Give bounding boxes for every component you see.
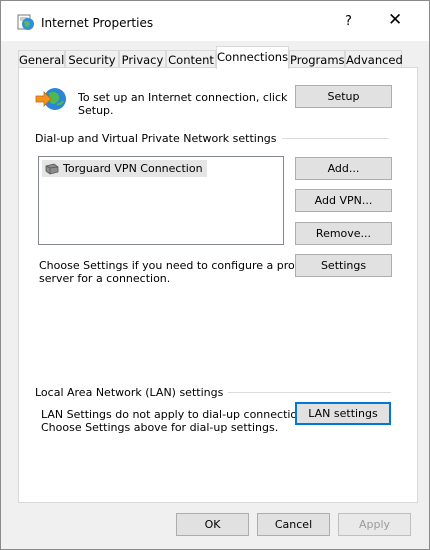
ok-button[interactable]: OK	[176, 513, 249, 536]
settings-hint-line1: Choose Settings if you need to configure…	[39, 259, 308, 272]
lan-hint-line2: Choose Settings above for dial-up settin…	[41, 421, 279, 434]
setup-instructions-line1: To set up an Internet connection, click	[78, 91, 288, 104]
connections-panel: To set up an Internet connection, click …	[18, 67, 418, 503]
close-button[interactable]: ✕	[388, 10, 402, 30]
setup-button[interactable]: Setup	[295, 85, 392, 108]
help-button[interactable]: ?	[345, 14, 352, 29]
apply-button[interactable]: Apply	[338, 513, 411, 536]
lan-group-label: Local Area Network (LAN) settings	[35, 386, 229, 399]
connection-name: Torguard VPN Connection	[63, 162, 203, 175]
add-vpn-button[interactable]: Add VPN...	[295, 189, 392, 212]
title-bar[interactable]: Internet Properties ? ✕	[1, 1, 429, 41]
dialup-group-label: Dial-up and Virtual Private Network sett…	[35, 132, 282, 145]
tab-strip: General Security Privacy Content Connect…	[18, 46, 413, 69]
window-title: Internet Properties	[41, 16, 154, 30]
tab-connections[interactable]: Connections	[216, 46, 289, 69]
remove-button[interactable]: Remove...	[295, 222, 392, 245]
settings-button[interactable]: Settings	[295, 254, 392, 277]
list-item[interactable]: Torguard VPN Connection	[42, 160, 207, 177]
internet-properties-window: Internet Properties ? ✕ General Security…	[0, 0, 430, 550]
internet-globe-icon	[17, 14, 34, 30]
lan-hint-line1: LAN Settings do not apply to dial-up con…	[41, 408, 314, 421]
setup-connection-icon	[35, 88, 66, 110]
settings-hint-line2: server for a connection.	[39, 272, 171, 285]
lan-settings-button[interactable]: LAN settings	[295, 402, 391, 425]
setup-instructions-line2: Setup.	[78, 104, 114, 117]
vpn-connection-icon	[45, 163, 59, 174]
add-button[interactable]: Add...	[295, 157, 392, 180]
connections-listbox[interactable]: Torguard VPN Connection	[38, 156, 284, 245]
cancel-button[interactable]: Cancel	[257, 513, 330, 536]
